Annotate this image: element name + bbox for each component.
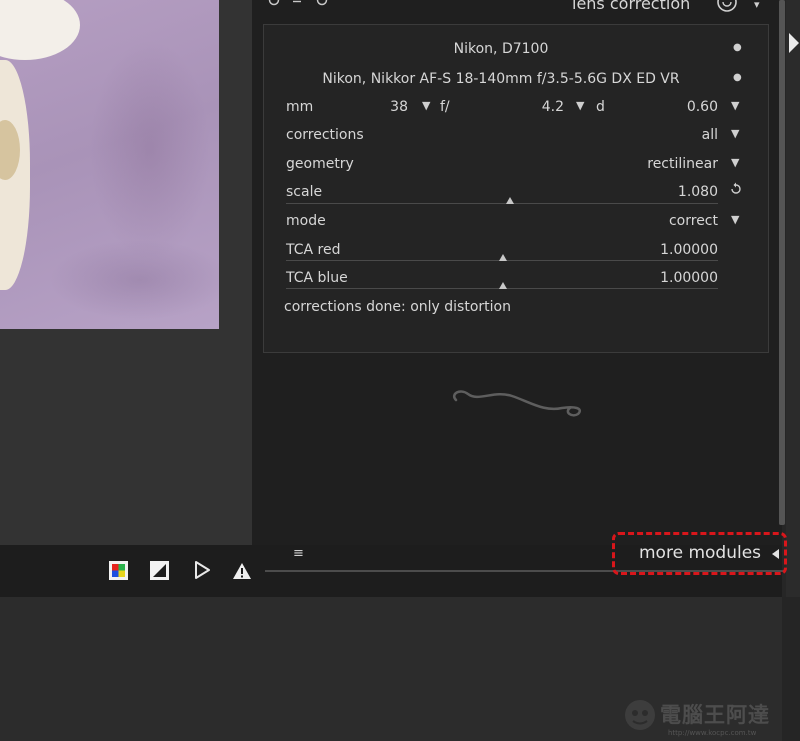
focal-dropdown-icon[interactable]: ▼	[422, 97, 430, 115]
module-expand-icon[interactable]: ▾	[754, 0, 760, 14]
camera-dropdown-icon[interactable]: ●	[733, 39, 742, 57]
expand-right-icon[interactable]	[789, 33, 799, 53]
module-toggle-icon[interactable]	[716, 0, 738, 17]
right-panel-edge	[786, 0, 800, 600]
watermark-url: http://www.kocpc.com.tw	[668, 729, 757, 737]
geometry-dropdown-icon[interactable]: ▼	[731, 154, 739, 172]
aperture-value[interactable]: 4.2	[520, 98, 564, 116]
tca-blue-value[interactable]: 1.00000	[560, 269, 718, 287]
scale-slider-handle[interactable]	[506, 197, 514, 204]
panel-scrollbar[interactable]	[779, 0, 785, 525]
geometry-value[interactable]: rectilinear	[560, 155, 718, 173]
focal-value[interactable]: 38	[370, 98, 408, 116]
tca-red-value[interactable]: 1.00000	[560, 241, 718, 259]
hamburger-menu-icon[interactable]: ≡	[293, 546, 304, 561]
tca-red-label: TCA red	[286, 242, 341, 258]
softproof-icon[interactable]	[150, 561, 169, 580]
camera-select[interactable]: Nikon, D7100	[286, 40, 716, 58]
corrections-dropdown-icon[interactable]: ▼	[731, 125, 739, 143]
photo-preview	[0, 0, 219, 329]
corrections-value[interactable]: all	[560, 126, 718, 144]
tca-blue-label: TCA blue	[286, 270, 348, 286]
focal-label: mm	[286, 99, 314, 115]
module-title[interactable]: lens correction	[572, 0, 690, 13]
scale-value[interactable]: 1.080	[560, 183, 718, 201]
mode-label: mode	[286, 213, 326, 229]
distance-dropdown-icon[interactable]: ▼	[731, 97, 739, 115]
mode-dropdown-icon[interactable]: ▼	[731, 211, 739, 229]
watermark-logo-icon	[625, 700, 655, 730]
bottom-panel-edge	[782, 597, 800, 741]
corrections-label: corrections	[286, 127, 364, 143]
distance-value[interactable]: 0.60	[660, 98, 718, 116]
scale-label: scale	[286, 184, 323, 200]
aperture-label: f/	[440, 99, 450, 115]
aperture-dropdown-icon[interactable]: ▼	[576, 97, 584, 115]
geometry-label: geometry	[286, 156, 354, 172]
panel-end-ornament	[452, 390, 581, 417]
warning-icon[interactable]	[232, 561, 252, 581]
scale-slider[interactable]	[286, 203, 718, 204]
presets-icon[interactable]	[292, 0, 302, 10]
power-icon[interactable]	[316, 0, 328, 10]
gamut-check-icon[interactable]	[192, 560, 212, 580]
distance-label: d	[596, 99, 605, 115]
highlight-annotation	[612, 532, 787, 575]
watermark-text: 電腦王阿達	[660, 703, 770, 727]
tca-blue-slider-handle[interactable]	[499, 282, 507, 289]
tca-red-slider-handle[interactable]	[499, 254, 507, 261]
lens-select[interactable]: Nikon, Nikkor AF-S 18-140mm f/3.5-5.6G D…	[286, 70, 716, 88]
reset-icon[interactable]	[268, 0, 280, 10]
color-assessment-icon[interactable]	[109, 561, 128, 580]
mode-value[interactable]: correct	[560, 212, 718, 230]
scale-reset-icon[interactable]	[730, 181, 742, 200]
lens-dropdown-icon[interactable]: ●	[733, 69, 742, 87]
corrections-status: corrections done: only distortion	[284, 299, 511, 315]
